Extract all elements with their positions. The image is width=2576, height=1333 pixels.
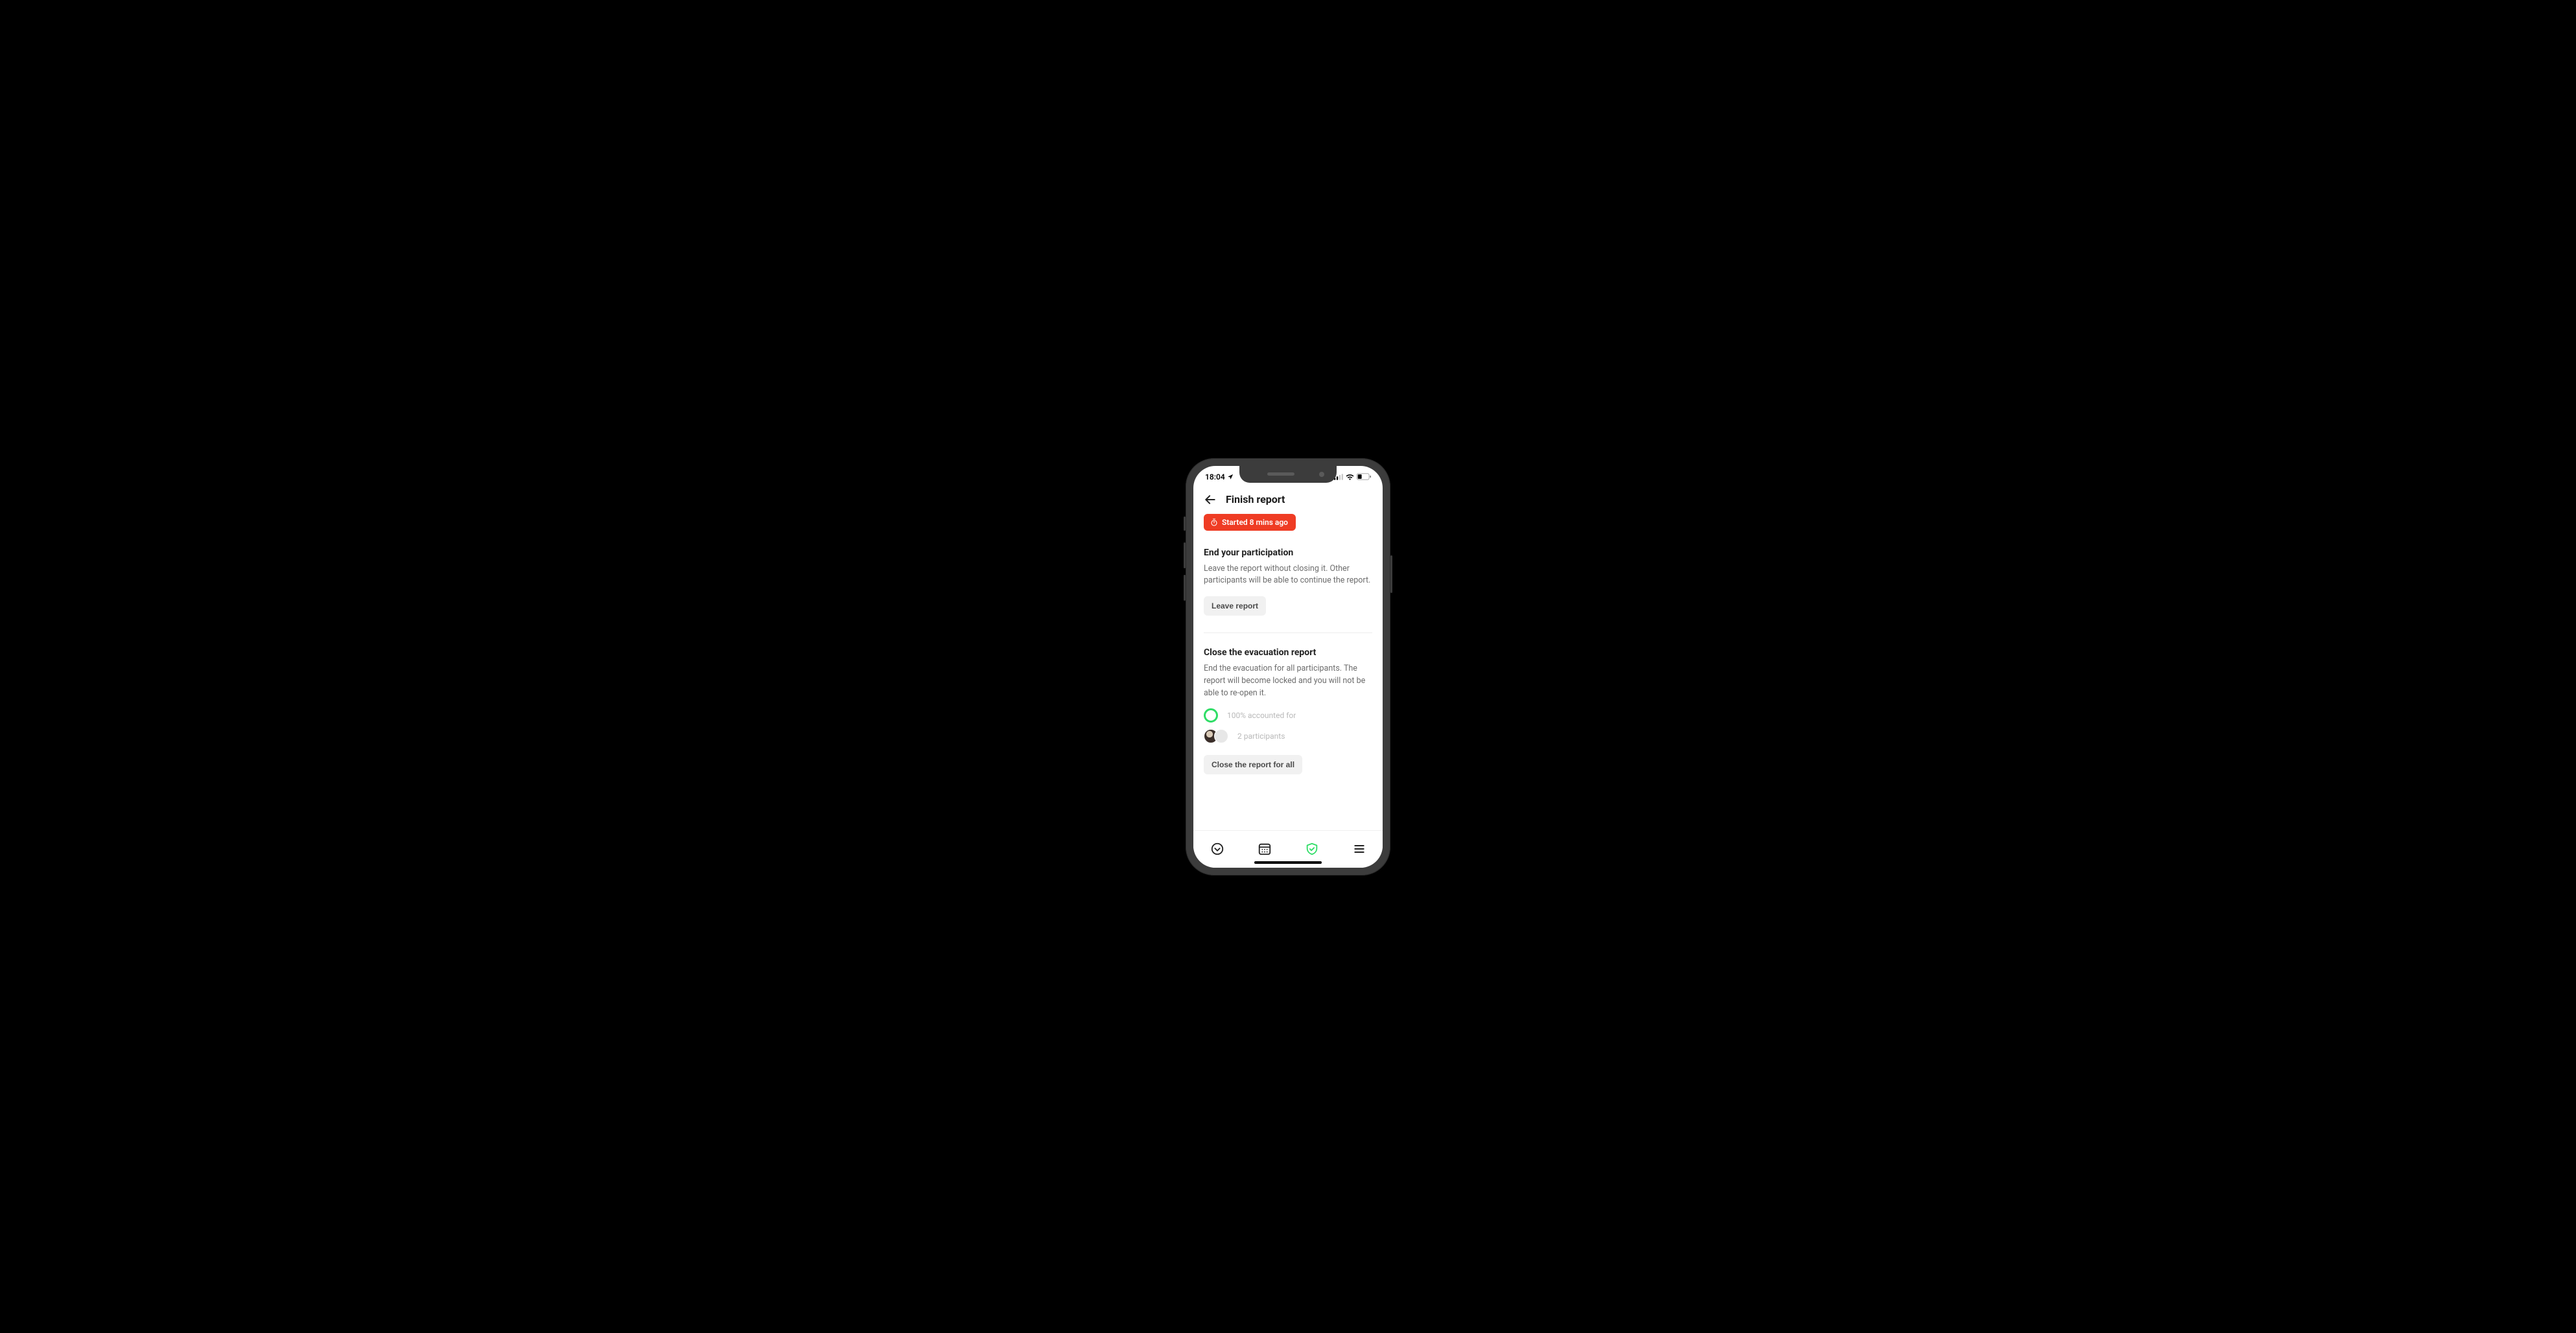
location-icon — [1227, 474, 1234, 480]
stopwatch-icon — [1210, 518, 1218, 526]
home-indicator[interactable] — [1254, 861, 1322, 864]
page-title: Finish report — [1226, 493, 1285, 505]
calendar-icon — [1258, 842, 1272, 856]
close-report-button[interactable]: Close the report for all — [1204, 755, 1302, 774]
tab-safety[interactable] — [1299, 836, 1325, 862]
leave-report-button[interactable]: Leave report — [1204, 596, 1266, 616]
notch — [1239, 466, 1337, 483]
mute-switch[interactable] — [1184, 516, 1186, 531]
close-report-title: Close the evacuation report — [1204, 647, 1372, 658]
participant-avatars — [1204, 729, 1228, 743]
accounted-row: 100% accounted for — [1204, 708, 1372, 723]
volume-up-button[interactable] — [1184, 542, 1186, 568]
section-divider — [1204, 632, 1372, 633]
participants-row: 2 participants — [1204, 729, 1372, 743]
progress-ring-icon — [1204, 708, 1218, 723]
shield-check-icon — [1305, 842, 1319, 856]
volume-down-button[interactable] — [1184, 575, 1186, 601]
tab-calendar[interactable] — [1252, 836, 1278, 862]
content-scroll[interactable]: Started 8 mins ago End your participatio… — [1193, 514, 1383, 830]
tab-menu[interactable] — [1346, 836, 1372, 862]
participants-label: 2 participants — [1237, 732, 1285, 741]
end-participation-section: End your participation Leave the report … — [1204, 548, 1372, 616]
chevron-circle-icon — [1210, 842, 1224, 856]
end-participation-title: End your participation — [1204, 548, 1372, 558]
status-time: 18:04 — [1205, 472, 1225, 481]
timer-badge: Started 8 mins ago — [1204, 514, 1296, 531]
wifi-icon — [1346, 474, 1354, 480]
tab-activity[interactable] — [1204, 836, 1230, 862]
battery-icon — [1357, 473, 1371, 480]
accounted-label: 100% accounted for — [1227, 711, 1296, 720]
arrow-left-icon — [1204, 493, 1217, 506]
speaker-grille — [1267, 472, 1294, 476]
avatar — [1214, 729, 1228, 743]
hamburger-icon — [1353, 842, 1366, 855]
close-report-section: Close the evacuation report End the evac… — [1204, 647, 1372, 774]
screen: 18:04 Finish report Started 8 mins ago — [1193, 466, 1383, 868]
end-participation-desc: Leave the report without closing it. Oth… — [1204, 563, 1372, 588]
phone-frame: 18:04 Finish report Started 8 mins ago — [1186, 458, 1390, 875]
front-camera — [1319, 472, 1324, 477]
back-button[interactable] — [1204, 493, 1217, 506]
nav-header: Finish report — [1193, 487, 1383, 514]
close-report-desc: End the evacuation for all participants.… — [1204, 663, 1372, 699]
power-button[interactable] — [1390, 555, 1392, 593]
timer-label: Started 8 mins ago — [1222, 518, 1288, 527]
